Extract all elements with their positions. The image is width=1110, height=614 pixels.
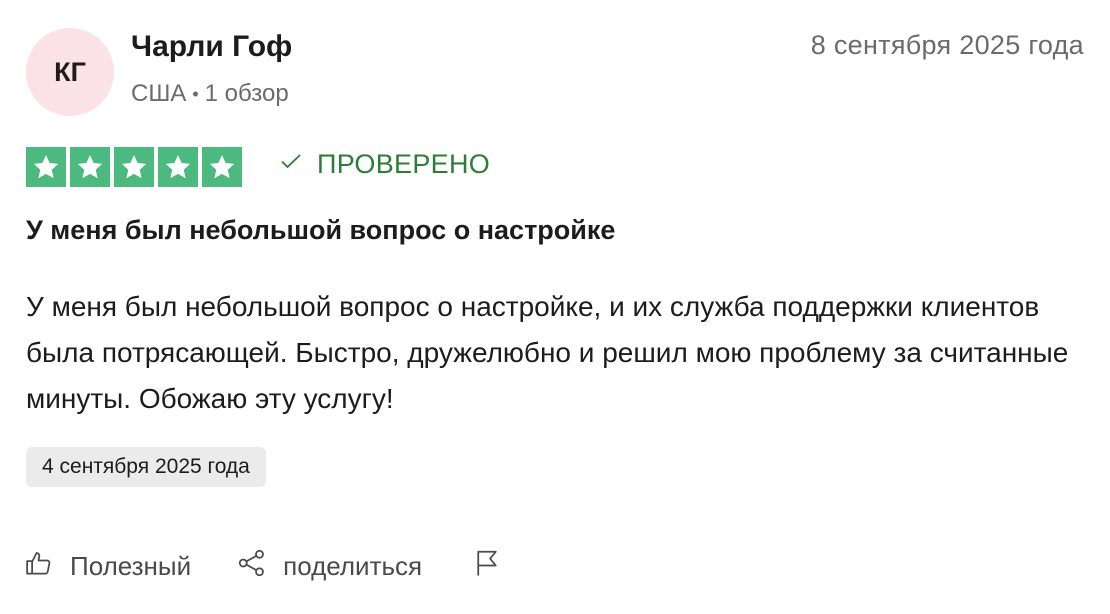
checkmark-icon bbox=[279, 149, 317, 180]
avatar[interactable]: КГ bbox=[26, 28, 114, 116]
meta-separator: • bbox=[192, 83, 199, 104]
review-body: У меня был небольшой вопрос о настройке,… bbox=[26, 291, 1069, 414]
share-label: поделиться bbox=[283, 551, 423, 581]
reviewer-name[interactable]: Чарли Гоф bbox=[131, 30, 292, 64]
useful-button[interactable]: Полезный bbox=[24, 548, 191, 585]
star-rating bbox=[26, 147, 242, 187]
review-published-date: 8 сентября 2025 года bbox=[810, 30, 1084, 60]
flag-icon bbox=[472, 548, 502, 585]
star-icon bbox=[114, 147, 154, 187]
star-icon bbox=[26, 147, 66, 187]
share-icon bbox=[237, 548, 283, 585]
star-icon bbox=[202, 147, 242, 187]
reviewer-meta: США • 1 обзор bbox=[131, 80, 289, 108]
verified-label: ПРОВЕРЕНО bbox=[317, 149, 491, 179]
review-card: КГ Чарли Гоф США • 1 обзор 8 сентября 20… bbox=[0, 0, 1110, 614]
verified-badge[interactable]: ПРОВЕРЕНО bbox=[279, 149, 490, 180]
review-actions: Полезный поделиться bbox=[24, 548, 502, 585]
useful-label: Полезный bbox=[70, 551, 192, 581]
thumbs-up-icon bbox=[24, 548, 70, 585]
report-button[interactable] bbox=[472, 548, 502, 585]
reviewer-country: США bbox=[131, 80, 187, 107]
star-icon bbox=[158, 147, 198, 187]
experience-date-chip: 4 сентября 2025 года bbox=[26, 447, 266, 487]
reviewer-review-count: 1 обзор bbox=[204, 80, 289, 107]
star-icon bbox=[70, 147, 110, 187]
share-button[interactable]: поделиться bbox=[237, 548, 422, 585]
avatar-initials: КГ bbox=[54, 56, 86, 87]
review-title: У меня был небольшой вопрос о настройке bbox=[26, 215, 616, 245]
